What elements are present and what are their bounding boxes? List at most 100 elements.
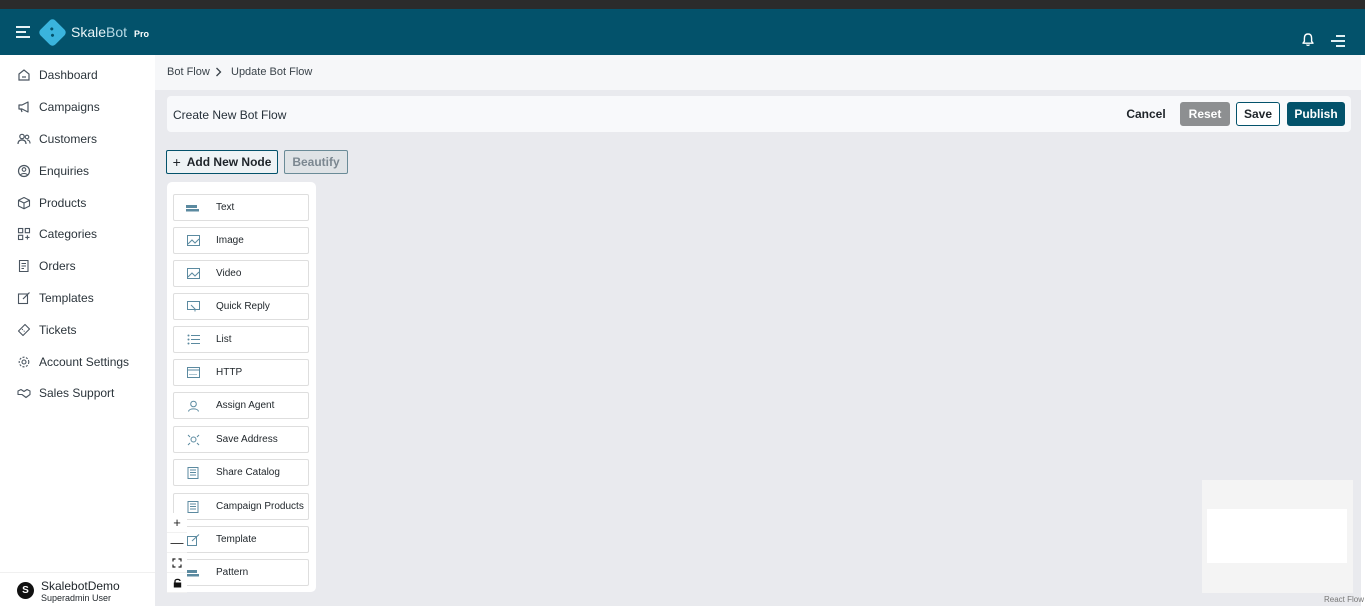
logo-text: SkaleBot: [71, 24, 128, 40]
list-icon: [186, 334, 200, 346]
node-campaign-products[interactable]: Campaign Products: [173, 493, 309, 520]
user-profile[interactable]: S SkalebotDemo Superadmin User: [0, 572, 155, 606]
fit-view-button[interactable]: [167, 553, 187, 573]
save-button[interactable]: Save: [1236, 102, 1280, 126]
node-label: Save Address: [216, 434, 278, 445]
dashboard-icon: [18, 69, 30, 81]
video-icon: [186, 268, 200, 280]
node-label: List: [216, 334, 232, 345]
sidebar-item-orders[interactable]: Orders: [17, 256, 76, 276]
sidebar-item-label: Enquiries: [39, 164, 90, 178]
sidebar-item-enquiries[interactable]: Enquiries: [17, 161, 89, 181]
catalog-icon: [186, 466, 200, 479]
breadcrumb-item-current: Update Bot Flow: [231, 66, 313, 78]
add-new-node-button[interactable]: + Add New Node: [166, 150, 278, 174]
receipt-icon: [18, 259, 29, 273]
browser-chrome-strip: [0, 0, 1365, 9]
sidebar-item-label: Tickets: [39, 323, 77, 337]
user-name: SkalebotDemo: [41, 579, 120, 593]
sidebar-item-label: Campaigns: [39, 100, 100, 114]
plus-icon: +: [172, 154, 181, 170]
node-http[interactable]: HTTP: [173, 359, 309, 386]
minimap-viewport: [1207, 509, 1347, 563]
megaphone-icon: [18, 101, 29, 113]
sidebar-item-label: Sales Support: [39, 386, 115, 400]
zoom-out-button[interactable]: —: [167, 533, 187, 553]
template-icon: [17, 292, 30, 305]
sidebar-item-products[interactable]: Products: [17, 193, 86, 213]
cancel-button[interactable]: Cancel: [1125, 102, 1167, 126]
node-label: Image: [216, 235, 244, 246]
quick-reply-icon: [186, 301, 200, 313]
scrollbar[interactable]: [1361, 55, 1365, 606]
sidebar-item-campaigns[interactable]: Campaigns: [17, 97, 100, 117]
handshake-icon: [17, 388, 31, 399]
node-label: Assign Agent: [216, 400, 275, 411]
sidebar-item-categories[interactable]: Categories: [17, 224, 97, 244]
sidebar-item-tickets[interactable]: Tickets: [17, 320, 77, 340]
sidebar-item-label: Dashboard: [39, 68, 98, 82]
hamburger-icon[interactable]: [16, 26, 30, 38]
reset-button[interactable]: Reset: [1180, 102, 1230, 126]
users-icon: [17, 133, 31, 145]
sidebar-item-templates[interactable]: Templates: [17, 288, 94, 308]
menu-icon[interactable]: [1331, 35, 1345, 50]
sidebar: Dashboard Campaigns Customers Enquiries …: [0, 55, 155, 606]
node-label: Pattern: [216, 567, 249, 578]
breadcrumb: Bot Flow Update Bot Flow: [155, 55, 1361, 90]
user-role: Superadmin User: [41, 593, 112, 603]
zoom-in-button[interactable]: +: [167, 513, 187, 533]
minimap[interactable]: [1202, 480, 1353, 593]
sidebar-item-customers[interactable]: Customers: [17, 129, 97, 149]
sidebar-item-label: Templates: [39, 291, 94, 305]
node-palette: Text Image Video Quick Reply List HTTP A…: [167, 182, 316, 592]
node-video[interactable]: Video: [173, 260, 309, 287]
agent-icon: [186, 400, 200, 412]
node-label: Video: [216, 268, 242, 279]
address-icon: [186, 434, 200, 446]
http-icon: [186, 367, 200, 379]
logo-mark-icon: [37, 17, 68, 47]
node-save-address[interactable]: Save Address: [173, 426, 309, 453]
node-label: Campaign Products: [216, 501, 304, 512]
lock-button[interactable]: [167, 573, 187, 593]
react-flow-attribution[interactable]: React Flow: [1324, 595, 1364, 604]
sidebar-item-account-settings[interactable]: Account Settings: [17, 352, 129, 372]
node-label: Quick Reply: [216, 301, 270, 312]
node-assign-agent[interactable]: Assign Agent: [173, 392, 309, 419]
node-label: HTTP: [216, 367, 243, 378]
publish-button[interactable]: Publish: [1287, 102, 1345, 126]
fit-view-icon: [172, 557, 182, 568]
box-icon: [17, 196, 31, 210]
node-label: Share Catalog: [216, 467, 280, 478]
node-label: Text: [216, 202, 235, 213]
ticket-icon: [17, 323, 31, 337]
template-node-icon: [186, 533, 200, 546]
bell-icon[interactable]: [1302, 33, 1314, 47]
sidebar-item-label: Orders: [39, 259, 76, 273]
top-bar: SkaleBot Pro: [0, 9, 1365, 55]
breadcrumb-item-bot-flow[interactable]: Bot Flow: [167, 66, 210, 78]
flow-header: Create New Bot Flow Cancel Reset Save Pu…: [167, 96, 1351, 132]
beautify-button[interactable]: Beautify: [284, 150, 348, 174]
chevron-right-icon: [216, 67, 222, 77]
sidebar-item-dashboard[interactable]: Dashboard: [17, 65, 98, 85]
image-icon: [186, 235, 200, 247]
canvas-controls: + —: [167, 513, 187, 593]
sidebar-item-label: Customers: [39, 132, 98, 146]
node-template[interactable]: Template: [173, 526, 309, 553]
sidebar-item-sales-support[interactable]: Sales Support: [17, 383, 114, 403]
node-share-catalog[interactable]: Share Catalog: [173, 459, 309, 486]
app-logo[interactable]: SkaleBot Pro: [37, 17, 150, 47]
node-image[interactable]: Image: [173, 227, 309, 254]
user-circle-icon: [17, 164, 31, 178]
logo-tier-badge: Pro: [134, 28, 150, 39]
node-quick-reply[interactable]: Quick Reply: [173, 293, 309, 320]
node-text[interactable]: Text: [173, 194, 309, 221]
node-list[interactable]: List: [173, 326, 309, 353]
node-label: Template: [216, 534, 257, 545]
sidebar-item-label: Products: [39, 196, 87, 210]
sidebar-item-label: Account Settings: [39, 355, 130, 369]
grid-icon: [17, 227, 31, 241]
node-pattern[interactable]: Pattern: [173, 559, 309, 586]
